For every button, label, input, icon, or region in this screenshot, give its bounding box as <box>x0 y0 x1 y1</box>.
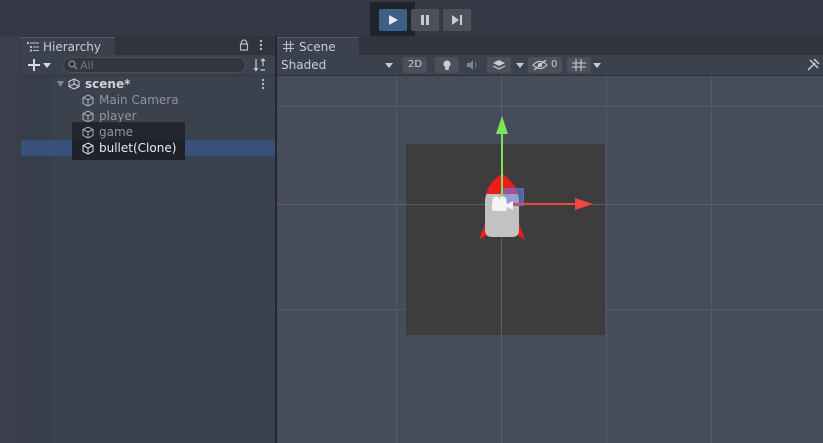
playmode-controls <box>370 2 473 38</box>
create-dropdown-button[interactable] <box>25 56 53 74</box>
more-options-icon[interactable] <box>259 39 263 51</box>
step-button[interactable] <box>443 9 471 31</box>
item-label: Main Camera <box>99 93 179 107</box>
hierarchy-toolbar <box>21 55 275 76</box>
unity-scene-icon <box>68 78 80 90</box>
top-toolbar <box>0 0 823 38</box>
tools-icon[interactable] <box>806 58 820 72</box>
scene-toolbar: Shaded 2D 0 <box>277 55 823 76</box>
hidden-count: 0 <box>551 59 558 70</box>
grid-hash-icon <box>283 41 294 52</box>
hierarchy-panel: Hierarchy All scene* Main Camera player … <box>21 36 275 443</box>
shading-mode-dropdown[interactable]: Shaded <box>277 55 395 75</box>
gizmo-y-arrowhead[interactable] <box>496 116 508 134</box>
2d-toggle-label: 2D <box>407 59 423 70</box>
scene-viewport[interactable] <box>277 76 823 443</box>
scene-panel: Scene Shaded 2D 0 <box>277 36 823 443</box>
list-item-selected[interactable]: bullet(Clone) <box>21 140 275 160</box>
tab-scene[interactable]: Scene <box>277 37 359 56</box>
plus-icon <box>28 59 40 71</box>
search-icon <box>68 60 78 70</box>
item-label: bullet(Clone) <box>99 141 177 155</box>
gameobject-icon <box>82 94 94 107</box>
gameobject-icon <box>82 126 94 139</box>
scene-tab-label: Scene <box>299 40 336 54</box>
hierarchy-search[interactable] <box>63 57 246 73</box>
list-icon <box>27 42 39 52</box>
search-input[interactable] <box>80 58 240 72</box>
scene-name: scene* <box>85 77 131 91</box>
grid-line <box>711 76 712 443</box>
play-button[interactable] <box>379 9 407 31</box>
grid-icon <box>572 59 586 71</box>
layers-effects-icon <box>492 60 506 70</box>
chevron-down-icon <box>43 63 51 68</box>
sort-icon[interactable] <box>253 58 267 72</box>
shading-mode-label: Shaded <box>281 58 327 72</box>
gizmo-y-axis[interactable] <box>501 124 503 204</box>
grid-line <box>606 76 607 443</box>
lightbulb-icon <box>443 60 451 70</box>
chevron-down-icon[interactable] <box>516 63 524 68</box>
lighting-toggle-button[interactable] <box>435 57 459 73</box>
gameobject-icon <box>82 142 94 155</box>
list-item[interactable]: game <box>21 122 275 152</box>
2d-toggle-button[interactable]: 2D <box>403 57 427 73</box>
lock-icon[interactable] <box>239 39 249 51</box>
grid-line <box>277 106 823 107</box>
scene-tabbar: Scene <box>277 36 823 56</box>
pause-icon <box>421 15 429 25</box>
left-dock-gap <box>0 36 21 443</box>
audio-icon[interactable] <box>466 59 478 71</box>
list-item[interactable]: Main Camera <box>21 92 275 108</box>
item-label: game <box>99 125 134 139</box>
step-icon <box>452 15 462 25</box>
gizmo-x-arrowhead[interactable] <box>575 198 593 210</box>
scene-visibility-button[interactable]: 0 <box>528 57 562 73</box>
tab-hierarchy[interactable]: Hierarchy <box>21 37 115 56</box>
camera-gizmo-icon[interactable] <box>489 195 515 213</box>
hierarchy-tab-label: Hierarchy <box>43 40 102 54</box>
effects-button[interactable] <box>487 57 511 73</box>
grid-toggle-button[interactable] <box>567 57 591 73</box>
scene-root-row[interactable]: scene* <box>21 76 275 92</box>
chevron-down-icon[interactable] <box>593 63 601 68</box>
expand-arrow-icon[interactable] <box>57 81 64 87</box>
pause-button[interactable] <box>411 9 439 31</box>
hidden-eye-icon <box>532 60 548 70</box>
chevron-down-icon <box>385 63 393 68</box>
scene-more-icon[interactable] <box>261 78 265 90</box>
hierarchy-tabbar: Hierarchy <box>21 36 275 56</box>
grid-line <box>396 76 397 443</box>
play-icon <box>389 15 398 25</box>
